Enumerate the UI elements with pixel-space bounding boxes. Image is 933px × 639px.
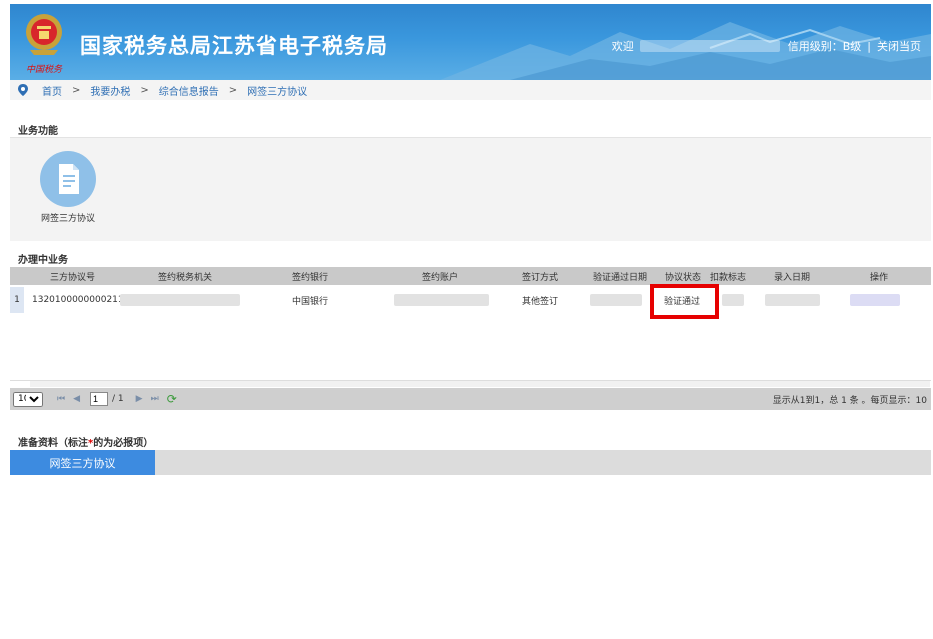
blurred-value [590, 294, 642, 306]
grid-header: 三方协议号 签约税务机关 签约银行 签约账户 签订方式 验证通过日期 协议状态 … [10, 267, 931, 285]
pager-info: 显示从1到1，总 1 条 。每页显示：10 [772, 395, 927, 406]
seal-text: 中国税务 [26, 65, 63, 75]
breadcrumb-separator: > [228, 84, 238, 96]
next-page-icon[interactable]: ▶ [136, 394, 143, 404]
blurred-value [722, 294, 744, 306]
last-page-icon[interactable]: ⏭ [151, 394, 159, 404]
cell-actions[interactable] [850, 287, 900, 313]
col-deduct-flag[interactable]: 扣款标志 [710, 267, 746, 285]
header-separator: | [867, 39, 871, 53]
business-functions-title: 业务功能 [18, 126, 58, 137]
close-page-link[interactable]: 关闭当页 [877, 38, 921, 54]
tab-tripartite-agreement[interactable]: 网签三方协议 [10, 450, 155, 475]
col-status[interactable]: 协议状态 [665, 267, 701, 285]
breadcrumb-separator: > [140, 84, 149, 96]
blurred-action-link[interactable] [850, 294, 900, 306]
grid-body [10, 313, 931, 381]
horizontal-scrollbar[interactable] [30, 381, 930, 387]
location-pin-icon [18, 84, 28, 96]
breadcrumb-info-report[interactable]: 综合信息报告 [159, 83, 219, 98]
prev-page-icon[interactable]: ◀ [73, 394, 80, 404]
breadcrumb-current[interactable]: 网签三方协议 [247, 83, 307, 98]
col-verify-date[interactable]: 验证通过日期 [593, 267, 647, 285]
preparation-tabs: 网签三方协议 [10, 450, 931, 475]
tripartite-agreement-label[interactable]: 网签三方协议 [41, 211, 95, 224]
first-page-icon[interactable]: ⏮ [57, 394, 65, 404]
cell-tax-authority [120, 287, 240, 313]
welcome-text: 欢迎 [611, 40, 634, 53]
page-size-select[interactable]: 10 [13, 391, 43, 407]
col-entry-date[interactable]: 录入日期 [774, 267, 810, 285]
preparation-title-prefix: 准备资料（标注 [18, 438, 88, 449]
col-sign-method[interactable]: 签订方式 [522, 267, 558, 285]
col-agreement-no[interactable]: 三方协议号 [50, 267, 95, 285]
col-bank[interactable]: 签约银行 [292, 267, 328, 285]
table-row[interactable]: 1 13201000000002110 中国银行 其他签订 验证通过 [10, 287, 931, 313]
cell-verify-date [590, 287, 642, 313]
cell-sign-method: 其他签订 [522, 296, 559, 307]
credit-level: 信用级别：B级 [787, 40, 862, 53]
cell-deduct-flag [722, 287, 744, 313]
site-title: 国家税务总局江苏省电子税务局 [80, 34, 388, 58]
tax-emblem-icon [26, 14, 62, 55]
document-icon [59, 164, 79, 194]
cell-account [394, 287, 489, 313]
preparation-title-suffix: 的为必报项） [93, 438, 154, 449]
breadcrumb-tax-service[interactable]: 我要办税 [90, 83, 130, 98]
row-number: 1 [10, 287, 24, 313]
header-banner: 中国税务 国家税务总局江苏省电子税务局 欢迎 信用级别：B级 | 关闭当页 [10, 4, 931, 80]
col-tax-authority[interactable]: 签约税务机关 [158, 267, 212, 285]
refresh-icon[interactable]: ⟳ [167, 392, 177, 406]
blurred-user-name [639, 40, 780, 52]
in-progress-title: 办理中业务 [18, 255, 68, 266]
breadcrumb-home[interactable]: 首页 [42, 83, 62, 98]
breadcrumb-separator: > [72, 84, 81, 96]
preparation-title: 准备资料（标注*的为必报项） [18, 434, 153, 449]
header-user-area: 欢迎 信用级别：B级 | 关闭当页 [612, 38, 921, 54]
col-account[interactable]: 签约账户 [422, 267, 458, 285]
total-pages: / 1 [112, 394, 124, 404]
cell-bank: 中国银行 [292, 296, 329, 307]
pager: 10 ⏮ ◀ / 1 ▶ ⏭ ⟳ 显示从1到1，总 1 条 。每页显示：10 [10, 388, 931, 410]
business-functions-panel: 网签三方协议 [10, 137, 931, 241]
tripartite-agreement-tile[interactable] [40, 151, 96, 207]
blurred-value [765, 294, 820, 306]
blurred-value [394, 294, 489, 306]
col-actions[interactable]: 操作 [870, 267, 888, 285]
cell-agreement-no: 13201000000002110 [32, 295, 124, 305]
breadcrumb: 首页 > 我要办税 > 综合信息报告 > 网签三方协议 [10, 80, 931, 100]
blurred-value [120, 294, 240, 306]
page-number-input[interactable] [90, 392, 109, 406]
cell-entry-date [765, 287, 820, 313]
